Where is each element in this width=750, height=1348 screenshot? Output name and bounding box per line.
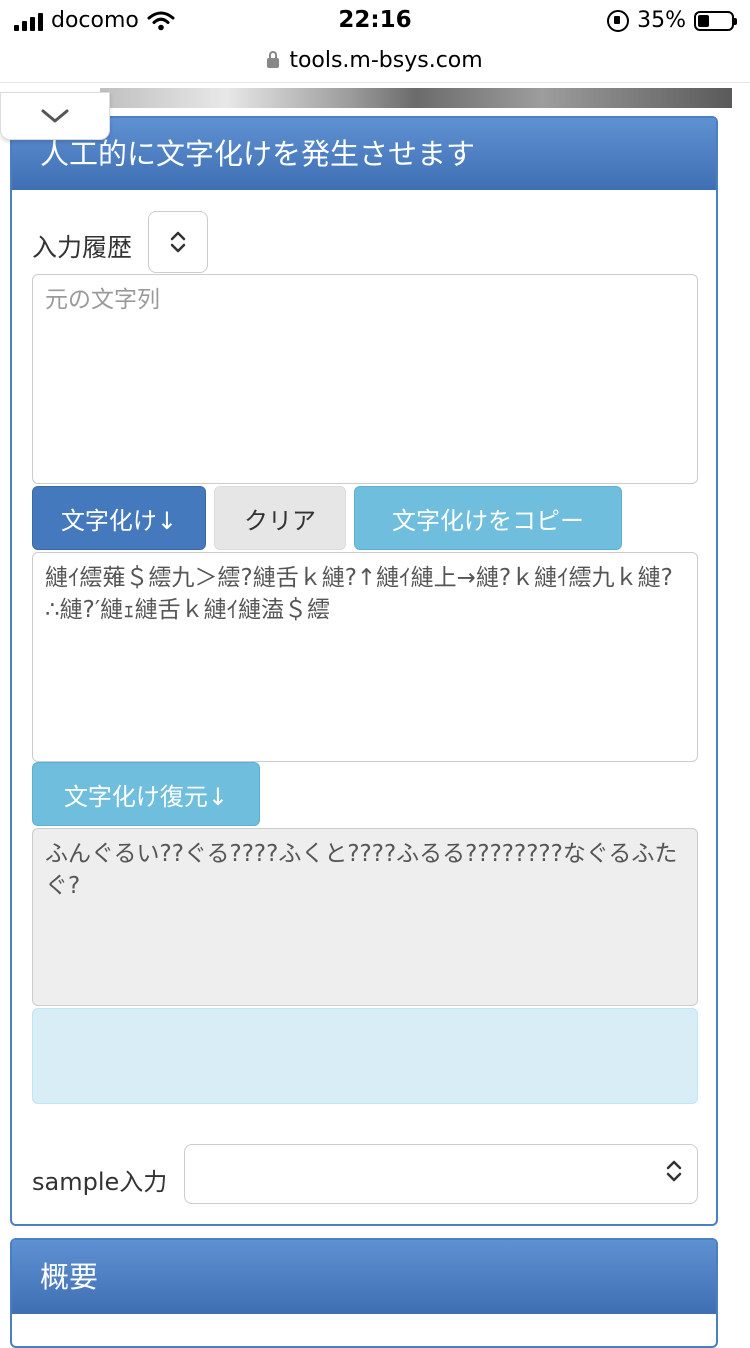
header-image — [100, 88, 732, 108]
url-text: tools.m-bsys.com — [289, 47, 483, 73]
overview-title: 概要 — [12, 1240, 716, 1314]
sample-select[interactable] — [184, 1144, 698, 1204]
chevron-down-icon — [41, 109, 69, 123]
info-alert-box — [32, 1008, 698, 1104]
garble-tool-panel: 人工的に文字化けを発生させます 入力履歴 文字化け↓ クリア 文字化けをコピー … — [10, 116, 718, 1226]
source-text-input[interactable] — [32, 274, 698, 484]
lock-icon — [267, 50, 280, 68]
restored-text-output[interactable]: ふんぐるい??ぐる????ふくと????ふるる????????なぐるふたぐ? — [32, 828, 698, 1006]
collapse-toggle[interactable] — [0, 92, 110, 140]
battery-percent: 35% — [637, 8, 686, 33]
history-select[interactable] — [148, 211, 208, 273]
sample-label: sample入力 — [32, 1168, 168, 1196]
rotation-lock-icon — [607, 9, 630, 32]
garble-button[interactable]: 文字化け↓ — [32, 486, 206, 550]
overview-panel: 概要 — [10, 1238, 718, 1348]
address-bar[interactable]: tools.m-bsys.com — [0, 38, 750, 83]
garbled-text-output[interactable]: 縺ｲ繧薙＄繧九＞繧?縺舌ｋ縺?↑縺ｲ縺上→縺?ｋ縺ｲ繧九ｋ縺?∴縺?′縺ｪ縺舌ｋ… — [32, 552, 698, 762]
copy-garbled-button[interactable]: 文字化けをコピー — [354, 486, 622, 550]
status-right: 35% — [607, 8, 737, 33]
up-down-icon — [666, 1160, 682, 1182]
history-label: 入力履歴 — [32, 233, 133, 262]
up-down-icon — [170, 231, 186, 253]
battery-icon — [694, 10, 737, 31]
panel-title: 人工的に文字化けを発生させます — [12, 118, 716, 190]
restore-button[interactable]: 文字化け復元↓ — [32, 762, 260, 826]
clear-button[interactable]: クリア — [214, 486, 346, 550]
